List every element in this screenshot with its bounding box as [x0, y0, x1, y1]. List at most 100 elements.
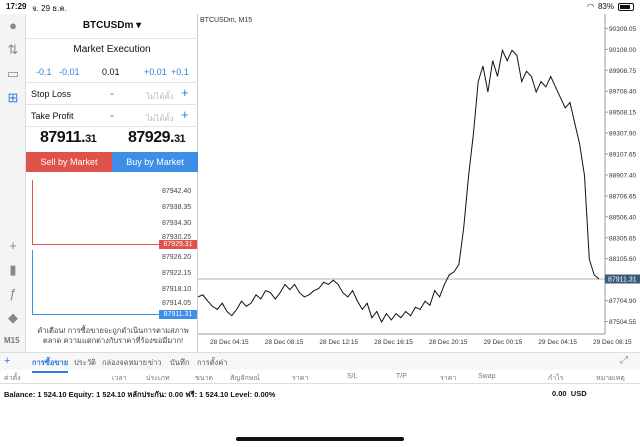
objects-icon[interactable]: ◆ — [5, 310, 21, 326]
balance-summary: Balance: 1 524.10 Equity: 1 524.10 หลักป… — [4, 390, 276, 399]
timeframe-button[interactable]: M15 — [4, 336, 20, 345]
price-chart-svg: BTCUSDm, M15 90309.05 90108.00 89908.75 897… — [198, 14, 640, 346]
y-tick-label: 89307.90 — [609, 131, 636, 138]
x-tick-label: 28 Dec 16:15 — [374, 339, 413, 346]
volume-plus-big[interactable]: +0.1 — [171, 67, 189, 77]
volume-minus-small[interactable]: -0.01 — [59, 67, 80, 77]
tab-news[interactable]: ข่าว — [148, 357, 162, 369]
y-tick-label: 89107.65 — [609, 151, 636, 158]
symbol-name: BTCUSDm — [82, 20, 134, 31]
bid-tick: 87914.05 — [162, 300, 192, 307]
ask-price-tag: 87929.31 — [159, 240, 197, 249]
buy-button[interactable]: Buy by Market — [112, 152, 198, 172]
column-header: ขนาด — [195, 375, 214, 382]
tab-history[interactable]: ประวัติ — [74, 357, 96, 369]
y-tick-label: 87704.90 — [609, 298, 636, 305]
ask-tick: 87942.40 — [162, 188, 192, 195]
current-price-label: 87911.31 — [608, 276, 637, 283]
ask-price: 87929.31 — [128, 129, 186, 146]
order-panel: BTCUSDm ▾ Market Execution -0.1 -0.01 0.… — [26, 14, 198, 352]
column-header: ประเภท — [146, 375, 170, 382]
warning-text: คำเตือน! การซื้อขายจะถูกดำเนินการตามสภาพ… — [37, 326, 189, 345]
column-header: S/L — [347, 373, 358, 380]
battery-icon — [618, 2, 634, 11]
tab-trade[interactable]: การซื้อขาย — [32, 357, 69, 373]
column-header: ราคา — [292, 375, 309, 382]
y-tick-label: 89508.15 — [609, 110, 636, 117]
y-tick-label: 88305.65 — [609, 235, 636, 242]
price-chart[interactable]: BTCUSDm, M15 90309.05 90108.00 89908.75 897… — [198, 14, 640, 352]
x-tick-label: 28 Dec 12:15 — [319, 339, 358, 346]
take-profit-plus[interactable]: + — [181, 107, 189, 122]
column-header: ค่าตั้ง — [4, 375, 21, 382]
tab-journal[interactable]: บันทึก — [170, 357, 189, 369]
column-header: สัญลักษณ์ — [230, 375, 260, 382]
chevron-down-icon: ▾ — [136, 20, 142, 31]
crosshair-icon[interactable]: + — [5, 238, 21, 254]
divider — [26, 104, 198, 105]
divider — [26, 126, 198, 127]
take-profit-minus[interactable]: - — [110, 108, 114, 122]
bottom-tabs: + การซื้อขาย ประวัติ กล่องจดหมาย ข่าว บั… — [0, 352, 640, 373]
ask-tick: 87934.30 — [162, 220, 192, 227]
ask-mini-chart: 87942.40 87938.35 87934.30 87930.25 8792… — [26, 180, 198, 252]
sell-button[interactable]: Sell by Market — [26, 152, 112, 172]
indicators-icon[interactable]: ƒ — [5, 286, 21, 302]
status-bar: 17:29 จ. 29 ธ.ค. ◠ 83% — [0, 0, 640, 14]
x-tick-label: 28 Dec 04:15 — [210, 339, 249, 346]
y-tick-label: 88706.65 — [609, 193, 636, 200]
new-order-icon[interactable]: ⊞ — [5, 90, 21, 106]
home-indicator — [236, 437, 404, 441]
y-tick-label: 90108.00 — [609, 47, 636, 54]
divider — [26, 38, 198, 39]
y-tick-label: 88105.60 — [609, 256, 636, 263]
status-time: 17:29 — [6, 2, 27, 11]
x-tick-label: 28 Dec 08:15 — [265, 339, 304, 346]
x-tick-label: 28 Dec 20:15 — [429, 339, 468, 346]
balance-row: Balance: 1 524.10 Equity: 1 524.10 หลักป… — [0, 386, 640, 400]
column-header: เวลา — [112, 375, 127, 382]
y-tick-label: 89908.75 — [609, 68, 636, 75]
bid-price-tag: 87911.31 — [159, 310, 197, 319]
account-icon[interactable]: ● — [5, 18, 21, 34]
y-tick-label: 87504.55 — [609, 319, 636, 326]
take-profit-input[interactable]: ไม่ได้ตั้ง — [146, 112, 174, 125]
bid-tick: 87918.10 — [162, 286, 192, 293]
price-series-line — [198, 48, 600, 324]
y-tick-label: 90309.05 — [609, 26, 636, 33]
volume-value[interactable]: 0.01 — [102, 67, 120, 77]
volume-minus-big[interactable]: -0.1 — [36, 67, 52, 77]
x-tick-label: 29 Dec 08:15 — [593, 339, 632, 346]
tab-settings[interactable]: การตั้งค่า — [197, 357, 228, 369]
volume-plus-small[interactable]: +0.01 — [144, 67, 167, 77]
left-toolbar: ● ⇅ ▭ ⊞ + ▮ ƒ ◆ M15 — [0, 14, 26, 352]
battery-percent: 83% — [597, 2, 614, 11]
bid-tick: 87926.20 — [162, 254, 192, 261]
trade-table-header: ค่าตั้ง เวลา ประเภท ขนาด สัญลักษณ์ ราคา … — [0, 370, 640, 384]
bid-price: 87911.31 — [40, 129, 97, 146]
symbol-selector[interactable]: BTCUSDm ▾ — [26, 20, 198, 31]
total-profit: 0.00 USD — [552, 389, 587, 398]
bid-mini-chart: 87926.20 87922.15 87918.10 87914.05 8791… — [26, 250, 198, 324]
take-profit-label: Take Profit — [31, 111, 74, 121]
column-header: กำไร — [548, 375, 564, 382]
x-tick-label: 29 Dec 04:15 — [538, 339, 577, 346]
tab-mailbox[interactable]: กล่องจดหมาย — [102, 357, 147, 369]
stop-loss-plus[interactable]: + — [181, 85, 189, 100]
stop-loss-minus[interactable]: - — [110, 86, 114, 100]
y-tick-label: 88506.40 — [609, 214, 636, 221]
wifi-icon: ◠ — [587, 2, 594, 11]
chart-type-icon[interactable]: ▮ — [5, 262, 21, 278]
stop-loss-input[interactable]: ไม่ได้ตั้ง — [146, 90, 174, 103]
app-root: 17:29 จ. 29 ธ.ค. ◠ 83% ● ⇅ ▭ ⊞ + ▮ ƒ ◆ M… — [0, 0, 640, 447]
execution-type[interactable]: Market Execution — [26, 44, 198, 55]
y-tick-label: 89708.40 — [609, 89, 636, 96]
signals-icon[interactable]: ⇅ — [5, 42, 21, 58]
y-tick-label: 88907.40 — [609, 172, 636, 179]
add-icon[interactable]: + — [4, 355, 10, 367]
expand-icon[interactable]: ⤢ — [620, 355, 628, 366]
column-header: Swap — [478, 373, 496, 380]
x-tick-label: 29 Dec 00:15 — [484, 339, 523, 346]
chat-icon[interactable]: ▭ — [5, 66, 21, 82]
stop-loss-label: Stop Loss — [31, 89, 72, 99]
